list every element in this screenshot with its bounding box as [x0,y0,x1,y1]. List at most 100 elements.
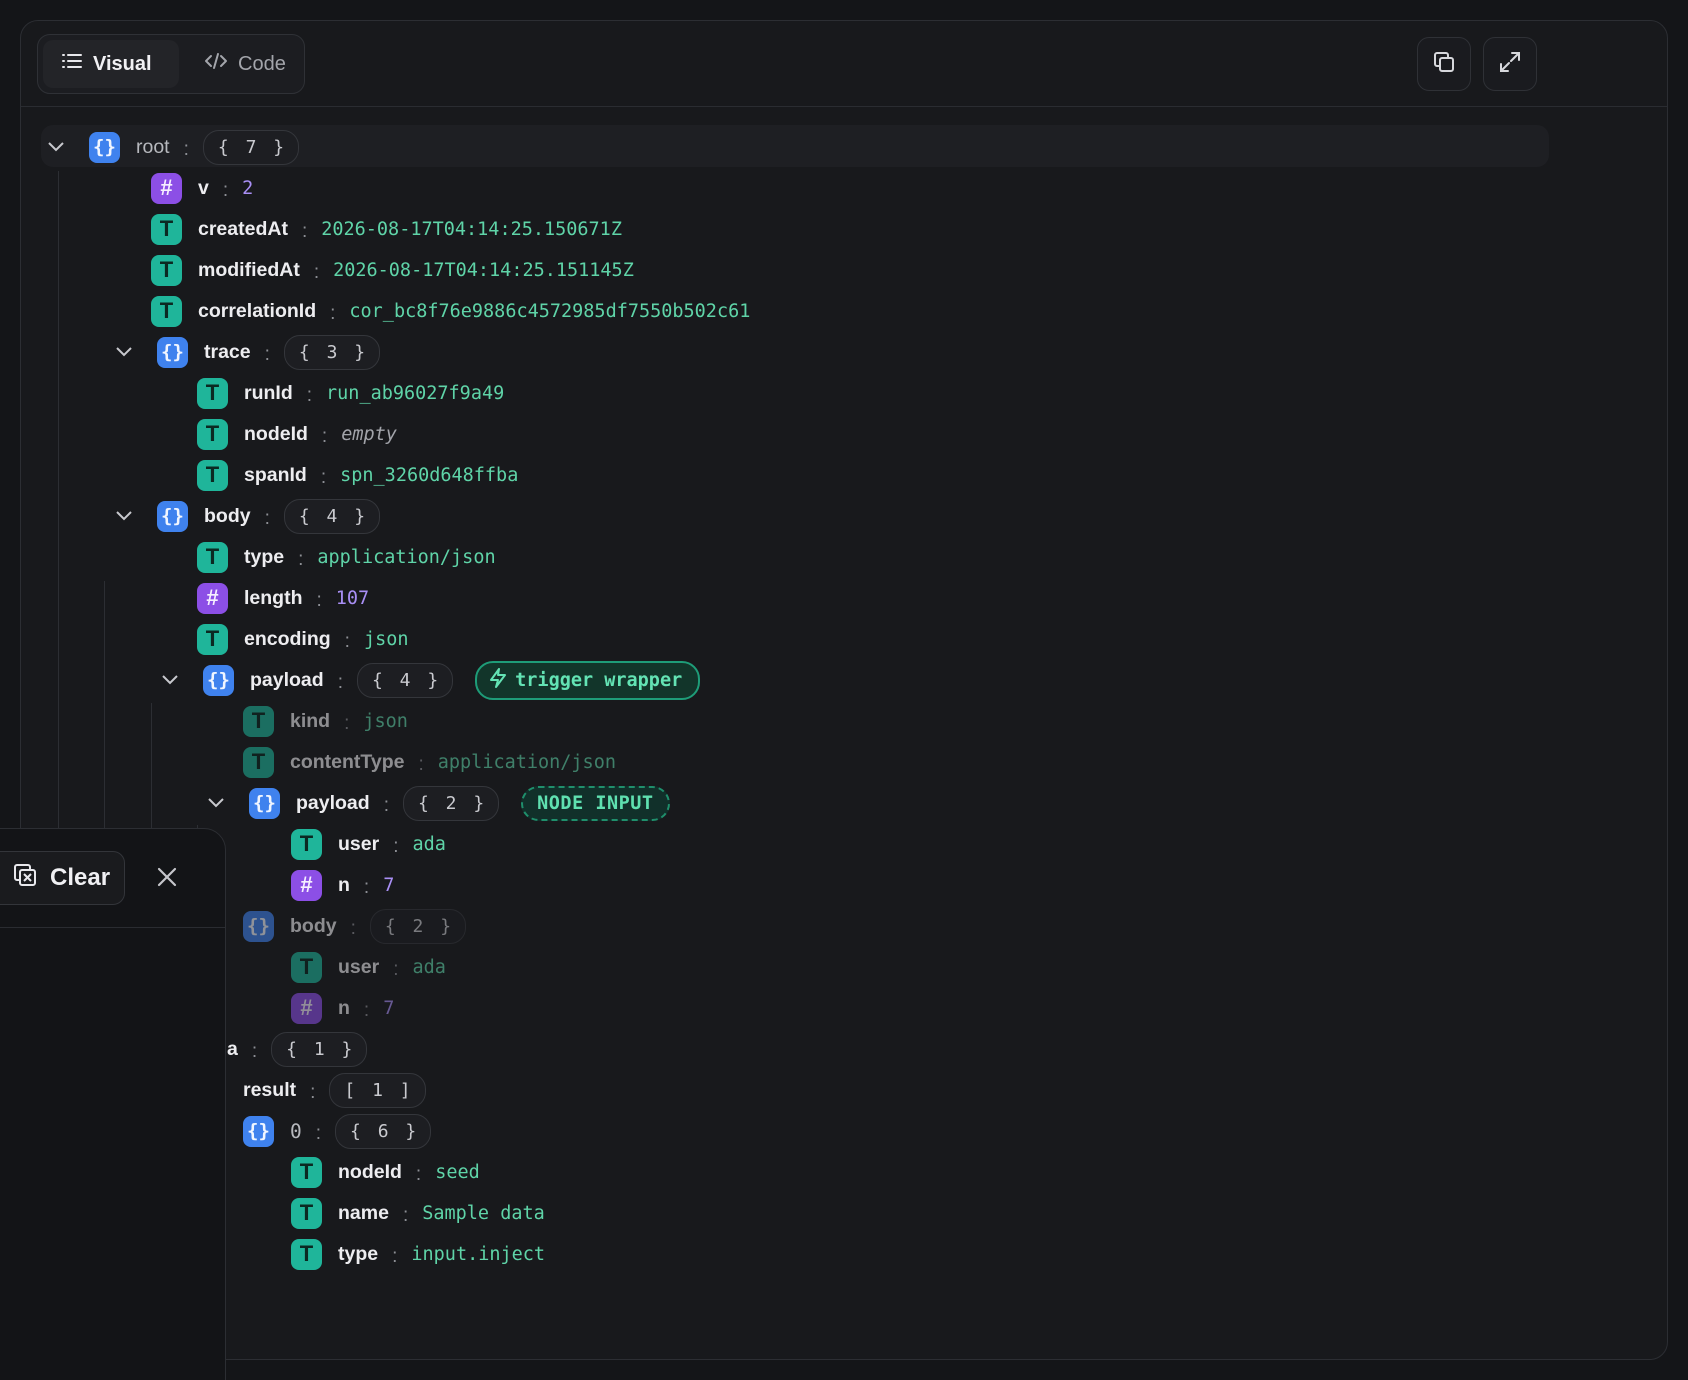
tree-key: payload [296,791,370,814]
close-button[interactable] [151,863,183,895]
colon: : [222,180,229,201]
colon: : [298,549,304,570]
tree-value-empty: empty [341,423,397,445]
tree-key: body [290,914,337,937]
tree-row[interactable]: # v : 2 [151,168,253,208]
tree-key: user [338,832,380,855]
child-count: { 1 } [271,1031,368,1067]
code-icon [204,51,228,77]
tree-key: type [338,1242,379,1265]
colon: : [415,1164,422,1185]
tab-visual-label: Visual [93,52,152,75]
side-overlay-panel: Clear [0,828,226,1380]
chevron-down-icon[interactable] [159,669,181,691]
tree-row-trace[interactable]: {} trace : { 3 } [113,332,381,372]
colon: : [306,385,313,406]
colon: : [392,1246,398,1267]
colon: : [350,918,356,939]
colon: : [183,139,189,160]
tree-row-a[interactable]: a : { 1 } [227,1029,368,1069]
tree-row[interactable]: T name : Sample data [291,1193,545,1233]
string-type-icon: T [151,254,182,286]
colon: : [321,426,328,447]
clear-button[interactable]: Clear [0,851,125,905]
tree-row[interactable]: # length : 107 [197,578,369,618]
tree-row[interactable]: T correlationId : cor_bc8f76e9886c457298… [151,291,750,331]
tree-row-payload-inner[interactable]: {} payload : { 2 } NODE INPUT [205,783,670,823]
tree-row[interactable]: T createdAt : 2026-08-17T04:14:25.150671… [151,209,622,249]
string-type-icon: T [197,541,228,573]
tab-code[interactable]: Code [186,40,302,88]
tree-row[interactable]: T contentType : application/json [243,742,616,782]
tree-row[interactable]: T spanId : spn_3260d648ffba [197,455,518,495]
colon: : [316,590,322,611]
child-count: { 4 } [283,498,381,534]
trigger-wrapper-label: trigger wrapper [515,669,683,691]
string-type-icon: T [197,623,228,655]
tree-row-root[interactable]: {} root : { 7 } [45,127,300,167]
tree-value: 107 [335,587,370,609]
viewer-toolbar: Visual Code [21,21,1667,107]
tree-key: user [338,955,380,978]
child-count: { 2 } [402,785,500,821]
tree-guide [58,171,59,891]
tree-row[interactable]: # n : 7 [291,988,394,1028]
chevron-down-icon[interactable] [45,136,67,158]
colon: : [264,508,270,529]
copy-button[interactable] [1417,37,1471,91]
string-type-icon: T [151,295,182,327]
json-tree: {} root : { 7 } # v : 2 T createdAt : 20… [21,121,1667,1351]
child-count: [ 1 ] [329,1072,426,1108]
colon: : [344,631,350,652]
tab-visual[interactable]: Visual [43,40,179,88]
tree-row[interactable]: T user : ada [291,947,446,987]
string-type-icon: T [197,377,228,409]
colon: : [363,877,370,898]
object-type-icon: {} [157,336,188,368]
tree-row-item-0[interactable]: {} 0 : { 6 } [243,1111,432,1151]
tree-row[interactable]: T nodeId : empty [197,414,397,454]
chevron-down-icon[interactable] [113,341,135,363]
tree-row[interactable]: T modifiedAt : 2026-08-17T04:14:25.15114… [151,250,634,290]
tree-row[interactable]: T user : ada [291,824,446,864]
colon: : [402,1205,409,1226]
chevron-down-icon[interactable] [113,505,135,527]
tree-value: 2026-08-17T04:14:25.150671Z [321,218,622,240]
tree-row[interactable]: # n : 7 [291,865,394,905]
tree-key: n [338,996,350,1019]
tree-row[interactable]: T runId : run_ab96027f9a49 [197,373,504,413]
child-count: { 7 } [202,129,300,165]
tree-row[interactable]: T type : input.inject [291,1234,545,1274]
tree-value: json [363,710,408,732]
object-type-icon: {} [157,500,188,532]
object-type-icon: {} [89,131,120,163]
tree-key: v [198,176,209,199]
colon: : [320,467,327,488]
tree-row-body-inner[interactable]: {} body : { 2 } [243,906,467,946]
chevron-down-icon[interactable] [205,792,227,814]
tree-row[interactable]: T nodeId : seed [291,1152,480,1192]
tree-key: n [338,873,350,896]
tree-value: Sample data [422,1202,545,1224]
tree-value: 2026-08-17T04:14:25.151145Z [333,259,634,281]
tree-row[interactable]: T type : application/json [197,537,496,577]
child-count: { 6 } [335,1113,432,1149]
number-type-icon: # [151,172,182,204]
expand-icon [1498,50,1522,79]
tree-key: runId [244,381,293,404]
tree-key: a [227,1037,238,1060]
tree-key: body [204,504,251,527]
tree-value: json [363,628,409,650]
tree-key: root [136,135,170,158]
colon: : [264,344,270,365]
tree-key: contentType [290,750,405,773]
tree-row[interactable]: T kind : json [243,701,408,741]
tree-row-payload[interactable]: {} payload : { 4 } trigger wrapper [159,660,701,700]
trigger-wrapper-badge: trigger wrapper [475,660,701,700]
tree-key: length [244,586,303,609]
tree-key: correlationId [198,299,317,322]
tree-row-result[interactable]: result : [ 1 ] [243,1070,426,1110]
tree-row-body[interactable]: {} body : { 4 } [113,496,381,536]
expand-button[interactable] [1483,37,1537,91]
tree-row[interactable]: T encoding : json [197,619,409,659]
